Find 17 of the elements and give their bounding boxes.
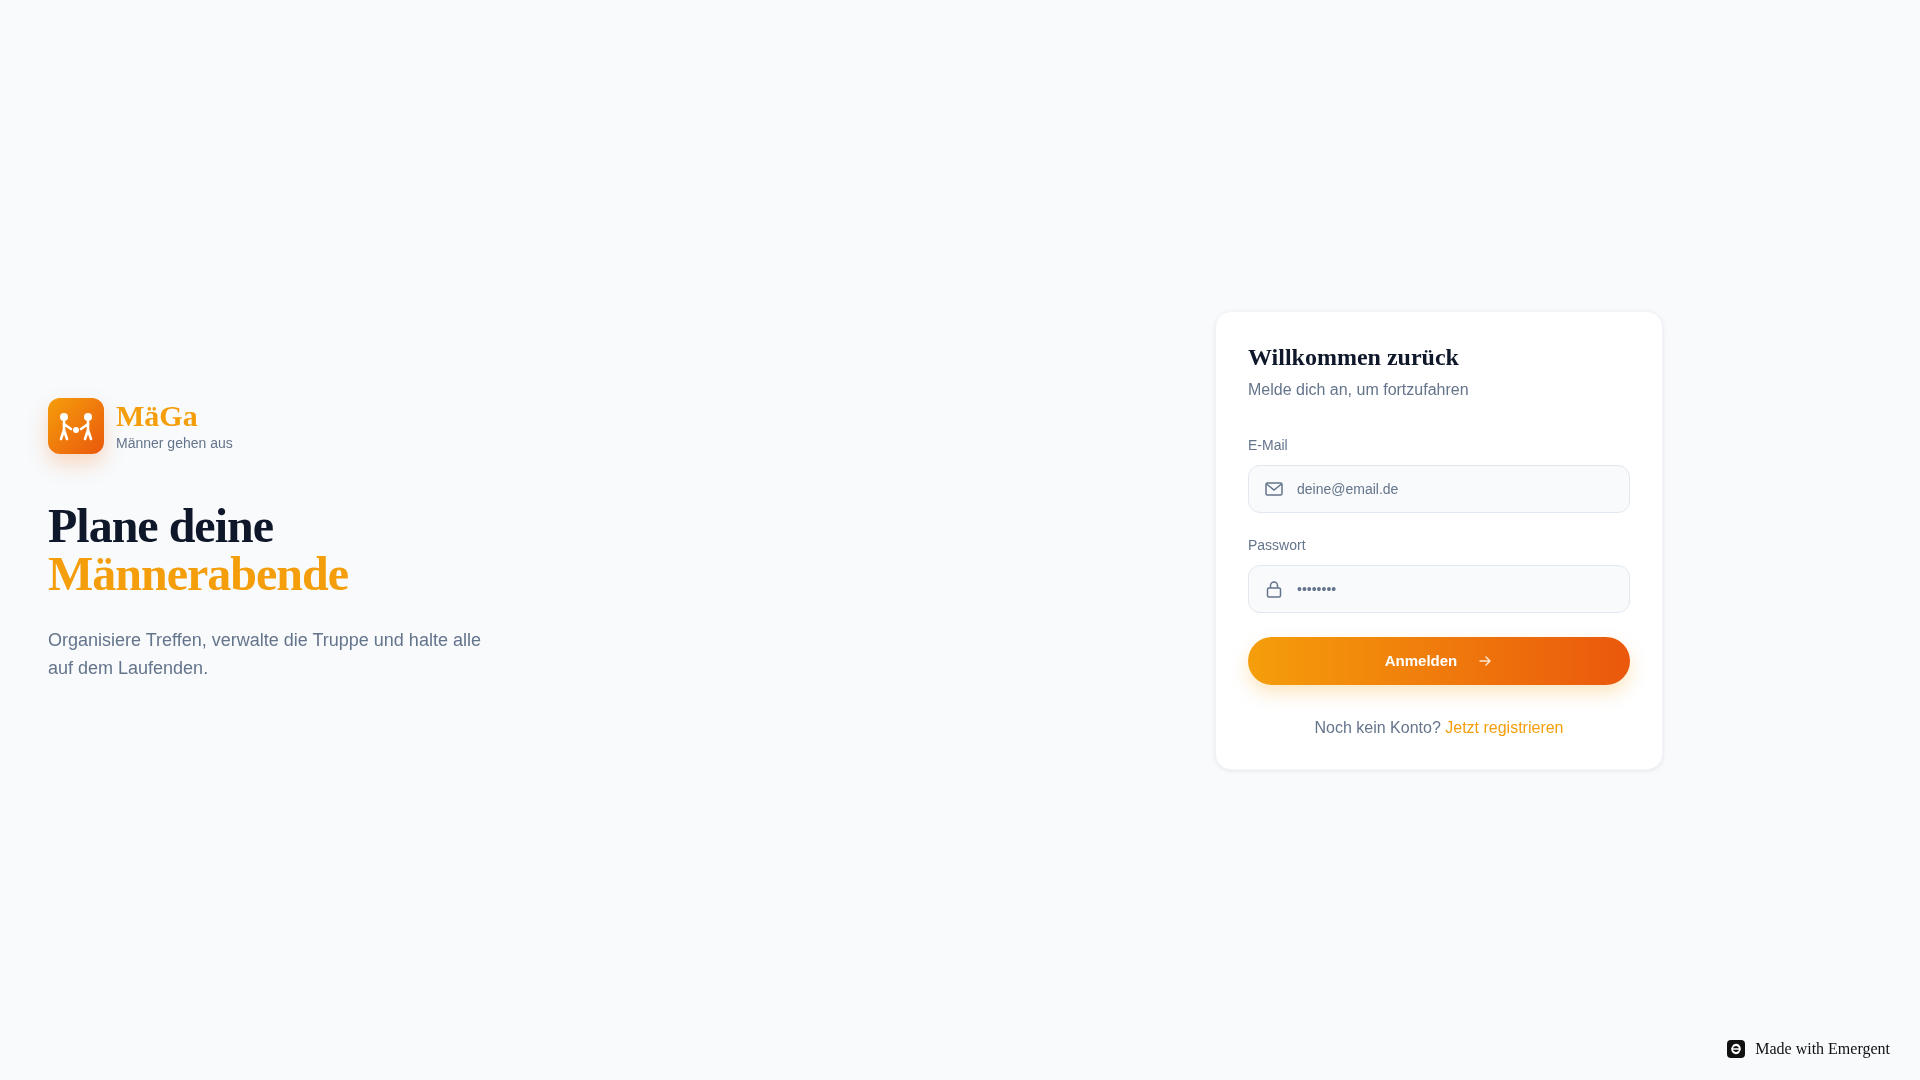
login-button[interactable]: Anmelden	[1248, 636, 1630, 685]
made-with-badge[interactable]: Made with Emergent	[1727, 1040, 1890, 1058]
password-field[interactable]: ••••••••	[1248, 564, 1630, 613]
email-field[interactable]: deine@email.de	[1248, 464, 1630, 513]
brand-tagline: Männer gehen aus	[116, 435, 233, 451]
hero-description: Organisiere Treffen, verwalte die Truppe und halte alle auf dem Laufenden.	[48, 629, 482, 680]
card-subtitle: Melde dich an, um fortzufahren	[1248, 380, 1470, 399]
card-title: Willkommen zurück	[1248, 343, 1460, 371]
brand-name: MäGa	[116, 401, 199, 431]
footer-text: Noch kein Konto?	[1314, 718, 1441, 736]
emergent-logo-icon	[1727, 1040, 1746, 1058]
register-link[interactable]: Jetzt registrieren	[1445, 718, 1564, 736]
logo-icon	[48, 398, 104, 454]
field-label: Passwort	[1248, 536, 1307, 553]
hero-heading: Plane deine	[48, 502, 273, 550]
hero-heading-highlight: Männerabende	[48, 550, 348, 598]
field-label: E-Mail	[1248, 436, 1289, 453]
